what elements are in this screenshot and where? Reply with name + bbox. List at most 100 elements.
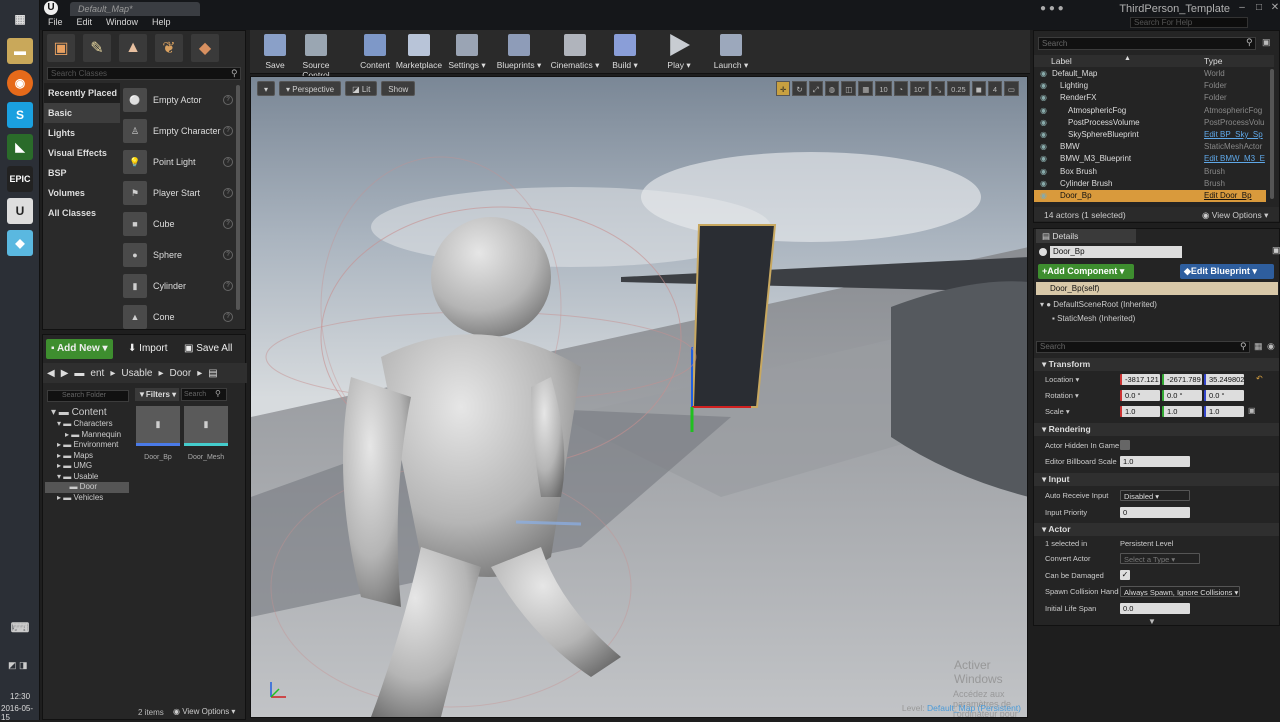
add-component-button[interactable]: +Add Component ▾ [1038, 264, 1134, 279]
camera-speed-value[interactable]: 4 [987, 81, 1002, 96]
outliner-row[interactable]: ◉ RenderFX Folder [1034, 92, 1266, 104]
menu-file[interactable]: File [48, 17, 63, 29]
visibility-eye-icon[interactable]: ◉ [1040, 190, 1047, 202]
component-scene-root[interactable]: ▾ ● DefaultSceneRoot (Inherited) [1040, 300, 1157, 309]
input-priority-field[interactable]: 0 [1120, 507, 1190, 518]
rotation-snap-value[interactable]: 10° [909, 81, 930, 96]
tree-vehicles[interactable]: ▸ ▬ Vehicles [45, 493, 129, 504]
outliner-search-input[interactable]: Search [1038, 37, 1256, 50]
expand-arrow-icon[interactable]: ▼ [1148, 617, 1156, 626]
visibility-eye-icon[interactable]: ◉ [1040, 129, 1047, 141]
place-item-empty-character[interactable]: ♙ Empty Character? [123, 116, 237, 146]
visibility-eye-icon[interactable]: ◉ [1040, 117, 1047, 129]
auto-receive-input-dropdown[interactable]: Disabled ▾ [1120, 490, 1190, 501]
lock-icon[interactable]: ▣ [1272, 245, 1280, 256]
billboard-scale-field[interactable]: 1.0 [1120, 456, 1190, 467]
component-static-mesh[interactable]: ▪ StaticMesh (Inherited) [1052, 314, 1135, 323]
search-folders-input[interactable]: Search Folder [47, 390, 129, 402]
outliner-view-options[interactable]: ◉ View Options ▾ [1202, 210, 1268, 221]
place-item-sphere[interactable]: ● Sphere? [123, 240, 237, 270]
category-lights[interactable]: Lights [44, 123, 120, 143]
outliner-row[interactable]: ◉ PostProcessVolume PostProcessVolu [1034, 117, 1266, 129]
paint-mode-icon[interactable]: ✎ [83, 34, 111, 62]
rotation-label[interactable]: Rotation ▾ [1045, 391, 1119, 400]
lock-icon[interactable]: ▤ [208, 368, 217, 379]
actor-section[interactable]: ▾ Actor [1034, 523, 1279, 536]
rotation-snap-icon[interactable]: ◔ [893, 81, 908, 96]
category-visual-effects[interactable]: Visual Effects [44, 143, 120, 163]
add-new-button[interactable]: ▪ Add New ▾ [46, 339, 113, 359]
scale-x[interactable]: 1.0 [1120, 406, 1160, 417]
location-x[interactable]: -3817.121 [1120, 374, 1160, 385]
actor-name-field[interactable]: Door_Bp [1050, 246, 1182, 258]
reset-arrow-icon[interactable]: ↶ [1256, 374, 1263, 383]
scale-snap-value[interactable]: 0.25 [947, 81, 970, 96]
eye-icon[interactable]: ◉ [1267, 341, 1275, 352]
initial-life-span-field[interactable]: 0.0 [1120, 603, 1190, 614]
rotation-z[interactable]: 0.0 ° [1204, 390, 1244, 401]
outliner-row[interactable]: ◉ Cylinder Brush Brush [1034, 178, 1266, 190]
outliner-row[interactable]: ◉ BMW_M3_Blueprint Edit BMW_M3_E [1034, 153, 1266, 165]
place-item-player-start[interactable]: ⚑ Player Start? [123, 178, 237, 208]
epic-launcher-icon[interactable]: EPIC [7, 166, 33, 192]
path-segment-usable[interactable]: Usable [121, 368, 152, 379]
outliner-row[interactable]: ◉ Default_Map World [1034, 68, 1266, 80]
tree-door[interactable]: ▬ Door [45, 482, 129, 493]
details-search-input[interactable]: Search [1036, 341, 1250, 353]
menu-window[interactable]: Window [106, 17, 138, 29]
scale-snap-icon[interactable]: ⤡ [931, 81, 946, 96]
rotation-x[interactable]: 0.0 ° [1120, 390, 1160, 401]
input-section[interactable]: ▾ Input [1034, 473, 1279, 486]
outliner-row[interactable]: ◉ AtmosphericFog AtmosphericFog [1034, 105, 1266, 117]
tree-umg[interactable]: ▸ ▬ UMG [45, 461, 129, 472]
category-volumes[interactable]: Volumes [44, 183, 120, 203]
file-explorer-icon[interactable]: ▬ [7, 38, 33, 64]
back-arrow-icon[interactable]: ◀ [47, 368, 55, 379]
place-mode-icon[interactable]: ▣ [47, 34, 75, 62]
source-control-button[interactable]: Source Control [288, 32, 344, 80]
blueprints-button[interactable]: Blueprints ▾ [494, 32, 544, 72]
path-segment-door[interactable]: Door [170, 368, 192, 379]
outliner-row-type[interactable]: Edit BP_Sky_Sp [1204, 129, 1263, 141]
property-matrix-icon[interactable]: ▦ [1254, 341, 1263, 352]
foliage-mode-icon[interactable]: ❦ [155, 34, 183, 62]
visibility-eye-icon[interactable]: ◉ [1040, 178, 1047, 190]
rotation-y[interactable]: 0.0 ° [1162, 390, 1202, 401]
tree-content[interactable]: ▾ ▬ Content [45, 406, 129, 419]
import-button[interactable]: ⬇ Import [123, 339, 173, 359]
outliner-row-type[interactable]: Edit BMW_M3_E [1204, 153, 1265, 165]
outliner-row[interactable]: ◉ BMW StaticMeshActor [1034, 141, 1266, 153]
modes-scrollbar[interactable] [236, 85, 240, 310]
location-label[interactable]: Location ▾ [1045, 375, 1119, 384]
scale-label[interactable]: Scale ▾ [1045, 407, 1119, 416]
keyboard-icon[interactable]: ⌨ [7, 615, 33, 641]
category-all-classes[interactable]: All Classes [44, 203, 120, 223]
skype-icon[interactable]: S [7, 102, 33, 128]
tree-characters[interactable]: ▾ ▬ Characters [45, 419, 129, 430]
lit-button[interactable]: ◪ Lit [345, 81, 378, 96]
self-component-row[interactable]: Door_Bp(self) [1036, 282, 1278, 295]
scale-y[interactable]: 1.0 [1162, 406, 1202, 417]
visibility-eye-icon[interactable]: ◉ [1040, 68, 1047, 80]
can-be-damaged-checkbox[interactable]: ✓ [1120, 570, 1130, 580]
place-item-cylinder[interactable]: ▮ Cylinder? [123, 271, 237, 301]
search-classes-input[interactable]: Search Classes [47, 67, 241, 80]
cinematics-button[interactable]: Cinematics ▾ [550, 32, 600, 72]
filters-button[interactable]: ▼Filters ▾ [135, 388, 179, 401]
world-space-icon[interactable]: ◍ [824, 81, 840, 96]
landscape-mode-icon[interactable]: ▲ [119, 34, 147, 62]
viewport-options-icon[interactable]: ▾ [257, 81, 276, 96]
tree-maps[interactable]: ▸ ▬ Maps [45, 451, 129, 462]
path-segment-content[interactable]: ent [90, 368, 104, 379]
perspective-button[interactable]: ▾ Perspective [279, 81, 342, 96]
place-item-cube[interactable]: ■ Cube? [123, 209, 237, 239]
location-y[interactable]: -2671.789 [1162, 374, 1202, 385]
label-column-header[interactable]: Label [1051, 56, 1072, 66]
visibility-eye-icon[interactable]: ◉ [1040, 153, 1047, 165]
menu-help[interactable]: Help [152, 17, 171, 29]
category-bsp[interactable]: BSP [44, 163, 120, 183]
marketplace-button[interactable]: Marketplace [394, 32, 444, 72]
save-all-button[interactable]: ▣ Save All [179, 339, 237, 359]
scale-z[interactable]: 1.0 [1204, 406, 1244, 417]
firefox-icon[interactable]: ◉ [7, 70, 33, 96]
